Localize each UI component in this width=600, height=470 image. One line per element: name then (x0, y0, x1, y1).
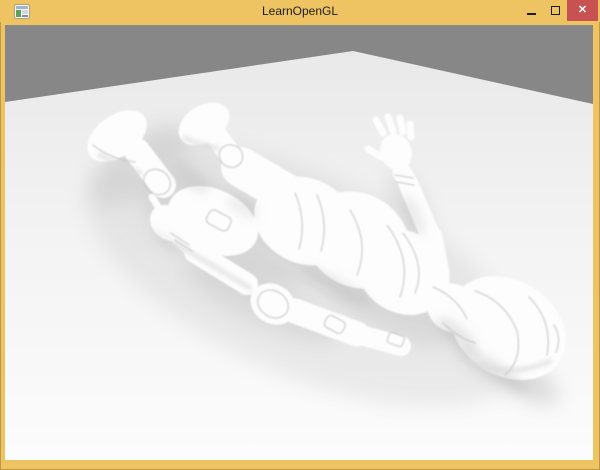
opengl-viewport[interactable] (5, 25, 593, 460)
maximize-button[interactable] (543, 0, 567, 21)
titlebar[interactable]: LearnOpenGL ✕ (0, 0, 600, 22)
minimize-icon (526, 13, 536, 15)
window-controls: ✕ (519, 0, 598, 22)
minimize-button[interactable] (519, 0, 543, 21)
rendered-scene (5, 25, 593, 460)
maximize-icon (550, 6, 560, 15)
left-upper-arm (419, 225, 450, 285)
close-button[interactable]: ✕ (567, 0, 598, 21)
app-window: LearnOpenGL ✕ (0, 0, 600, 470)
close-icon: ✕ (577, 4, 588, 16)
window-title: LearnOpenGL (261, 4, 339, 18)
